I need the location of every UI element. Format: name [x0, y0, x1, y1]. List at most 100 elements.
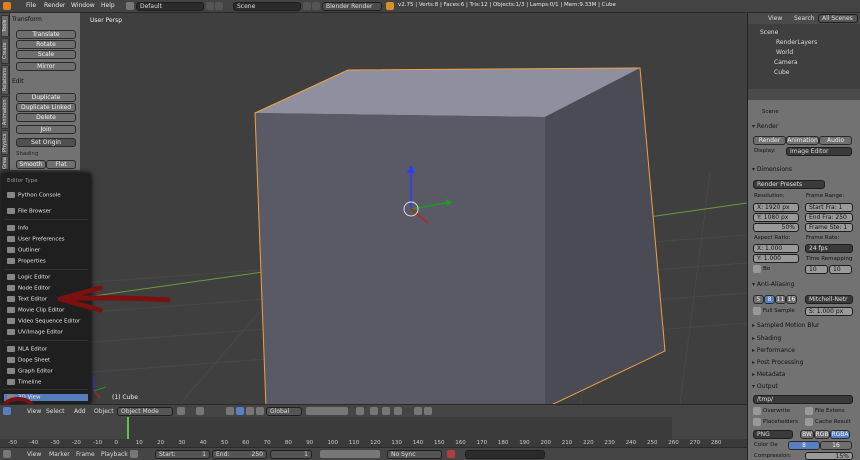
- frame-step-field[interactable]: Frame Ste: 1: [805, 223, 853, 232]
- orientation-select[interactable]: Global: [266, 407, 302, 416]
- timeline-menu-view[interactable]: View: [27, 451, 41, 458]
- tab-grease-pencil[interactable]: Grease Pencil: [1, 156, 9, 170]
- render-engine-select[interactable]: Blender Render: [322, 2, 382, 11]
- timeline-menu-marker[interactable]: Marker: [49, 451, 70, 458]
- add-layout-icon[interactable]: [206, 2, 214, 10]
- tab-relations[interactable]: Relations: [1, 65, 9, 95]
- cube-side-face[interactable]: [545, 68, 665, 404]
- aspect-y-field[interactable]: Y: 1.000: [753, 254, 799, 263]
- preview-range-icon[interactable]: [130, 450, 138, 458]
- end-frame-prop[interactable]: End Fra: 250: [805, 213, 853, 222]
- current-frame-field[interactable]: 1: [270, 450, 312, 459]
- display-select[interactable]: Image Editor: [786, 147, 852, 156]
- transform-header[interactable]: Transform: [12, 16, 42, 23]
- full-sample-checkbox[interactable]: [753, 307, 761, 315]
- border-checkbox[interactable]: [753, 265, 761, 273]
- viewport-shading-icon[interactable]: [177, 407, 185, 415]
- smooth-button[interactable]: Smooth: [16, 160, 46, 169]
- anti-aliasing-header[interactable]: Anti-Aliasing: [752, 281, 794, 288]
- aa-samples-8[interactable]: 8: [764, 295, 775, 304]
- aa-filter-select[interactable]: Mitchell-Netr: [805, 295, 853, 304]
- outliner-item-scene[interactable]: Scene: [760, 29, 778, 36]
- duplicate-button[interactable]: Duplicate: [16, 93, 76, 102]
- filter-size-field[interactable]: S: 1.000 px: [805, 307, 853, 316]
- tab-create[interactable]: Create: [1, 38, 9, 64]
- pivot-point-icon[interactable]: [196, 407, 204, 415]
- add-scene-icon[interactable]: [303, 2, 311, 10]
- set-origin-dropdown[interactable]: Set Origin: [16, 138, 76, 147]
- render-still-icon[interactable]: [414, 407, 422, 415]
- tab-physics[interactable]: Physics: [1, 130, 9, 155]
- fps-select[interactable]: 24 fps: [805, 244, 853, 253]
- menu-window[interactable]: Window: [71, 2, 95, 9]
- resolution-percent-field[interactable]: 50%: [753, 223, 799, 232]
- translate-manipulator-icon[interactable]: [236, 407, 244, 415]
- scale-manipulator-icon[interactable]: [256, 407, 264, 415]
- overwrite-checkbox[interactable]: [753, 407, 761, 415]
- edit-header[interactable]: Edit: [12, 78, 24, 85]
- outliner-menu-search[interactable]: Search: [794, 15, 815, 22]
- remove-layout-icon[interactable]: [215, 2, 223, 10]
- menu-file[interactable]: File: [26, 2, 36, 9]
- menu-item-info[interactable]: Info: [7, 225, 28, 232]
- menu-render[interactable]: Render: [44, 2, 65, 9]
- playback-controls-icon[interactable]: [320, 450, 380, 458]
- cache-result-checkbox[interactable]: [805, 418, 813, 426]
- performance-header[interactable]: Performance: [752, 347, 795, 354]
- metadata-header[interactable]: Metadata: [752, 371, 785, 378]
- resolution-x-field[interactable]: X: 1920 px: [753, 203, 799, 212]
- aa-samples-16[interactable]: 16: [786, 295, 797, 304]
- flat-button[interactable]: Flat: [46, 160, 76, 169]
- timeline-ruler[interactable]: -50 -40 -30 -20 -10 0 10 20 30 40 50 60 70 80 90 100 110…: [0, 439, 747, 447]
- editor-type-icon[interactable]: [3, 407, 11, 415]
- blender-logo-icon[interactable]: [3, 2, 11, 10]
- menu-item-file-browser[interactable]: File Browser: [7, 208, 51, 215]
- outliner-menu-view[interactable]: View: [768, 15, 782, 22]
- screen-layout-icon[interactable]: [126, 2, 134, 10]
- remap-new-field[interactable]: 10: [829, 265, 852, 274]
- output-header[interactable]: Output: [752, 383, 778, 390]
- resolution-y-field[interactable]: Y: 1080 px: [753, 213, 799, 222]
- tab-animation[interactable]: Animation: [1, 96, 9, 129]
- outliner-display-select[interactable]: All Scenes: [818, 14, 858, 23]
- menu-view[interactable]: View: [27, 408, 41, 415]
- start-frame-prop[interactable]: Start Fra: 1: [805, 203, 853, 212]
- timeline-editor-icon[interactable]: [3, 450, 11, 458]
- aa-samples-5[interactable]: 5: [753, 295, 764, 304]
- menu-item-python-console[interactable]: Python Console: [7, 192, 61, 199]
- color-rgb-button[interactable]: RGB: [814, 430, 830, 439]
- start-frame-field[interactable]: Start: 1: [155, 450, 210, 459]
- 3d-viewport[interactable]: User Persp (1) Cube: [80, 13, 747, 404]
- keying-set-field[interactable]: [465, 450, 545, 459]
- mirror-button[interactable]: Mirror: [16, 62, 76, 71]
- audio-button[interactable]: Audio: [819, 136, 852, 145]
- render-button[interactable]: Render: [753, 136, 786, 145]
- color-depth-16-button[interactable]: 16: [820, 441, 852, 450]
- post-processing-header[interactable]: Post Processing: [752, 359, 804, 366]
- render-presets-select[interactable]: Render Presets: [753, 180, 825, 189]
- properties-tabs[interactable]: [748, 89, 860, 100]
- timeline-menu-frame[interactable]: Frame: [76, 451, 95, 458]
- outliner-item-camera[interactable]: Camera: [774, 59, 798, 66]
- outliner-item-renderlayers[interactable]: RenderLayers: [776, 39, 817, 46]
- sync-select[interactable]: No Sync: [387, 450, 442, 459]
- layer-lock-icon[interactable]: [356, 407, 364, 415]
- remove-scene-icon[interactable]: [312, 2, 320, 10]
- file-format-select[interactable]: PNG: [753, 430, 793, 439]
- output-path-field[interactable]: /tmp/: [753, 395, 853, 404]
- snap-element-icon[interactable]: [394, 407, 402, 415]
- render-panel-header[interactable]: Render: [752, 123, 778, 130]
- aa-samples-11[interactable]: 11: [775, 295, 786, 304]
- mode-select[interactable]: Object Mode: [117, 407, 173, 416]
- timeline-menu-playback[interactable]: Playback: [101, 451, 128, 458]
- menu-item-outliner[interactable]: Outliner: [7, 247, 40, 254]
- menu-select[interactable]: Select: [46, 408, 65, 415]
- remap-old-field[interactable]: 10: [805, 265, 828, 274]
- manipulator-icon[interactable]: [226, 407, 234, 415]
- end-frame-field[interactable]: End: 250: [212, 450, 267, 459]
- cube-front-face[interactable]: [255, 113, 545, 404]
- menu-item-properties[interactable]: Properties: [7, 258, 46, 265]
- proportional-edit-icon[interactable]: [370, 407, 378, 415]
- outliner-item-cube[interactable]: Cube: [774, 69, 790, 76]
- layout-field[interactable]: Default: [136, 2, 204, 11]
